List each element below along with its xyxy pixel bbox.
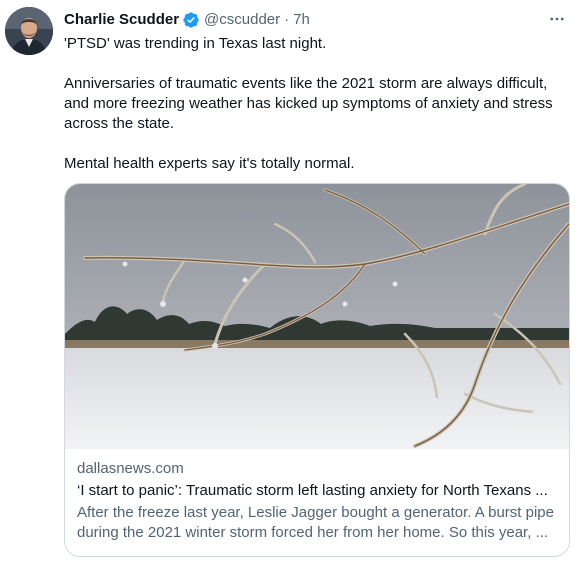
link-card[interactable]: dallasnews.com ‘I start to panic’: Traum…	[64, 183, 570, 557]
tweet-paragraph: Mental health experts say it's totally n…	[64, 155, 355, 172]
author-handle[interactable]: @cscudder	[204, 10, 280, 30]
separator-dot: ·	[284, 11, 290, 28]
timestamp[interactable]: 7h	[293, 10, 310, 30]
tweet-paragraph: Anniversaries of traumatic events like t…	[64, 75, 553, 132]
tweet-paragraph: 'PTSD' was trending in Texas last night.	[64, 35, 327, 52]
link-card-text[interactable]: dallasnews.com ‘I start to panic’: Traum…	[77, 459, 557, 543]
link-card-image[interactable]	[65, 184, 569, 449]
tweet-header: Charlie Scudder @cscudder · 7h	[64, 10, 310, 30]
tweet[interactable]: Charlie Scudder @cscudder · 7h 'PTSD' wa…	[0, 0, 580, 563]
display-name[interactable]: Charlie Scudder	[64, 10, 179, 30]
verified-badge-icon	[182, 11, 200, 29]
link-card-description: After the freeze last year, Leslie Jagge…	[77, 504, 554, 541]
link-card-domain: dallasnews.com	[77, 460, 184, 477]
more-options-icon[interactable]	[546, 8, 568, 30]
avatar[interactable]	[5, 7, 53, 55]
link-card-title: ‘I start to panic’: Traumatic storm left…	[77, 482, 548, 499]
tweet-text: 'PTSD' was trending in Texas last night.…	[64, 34, 564, 174]
